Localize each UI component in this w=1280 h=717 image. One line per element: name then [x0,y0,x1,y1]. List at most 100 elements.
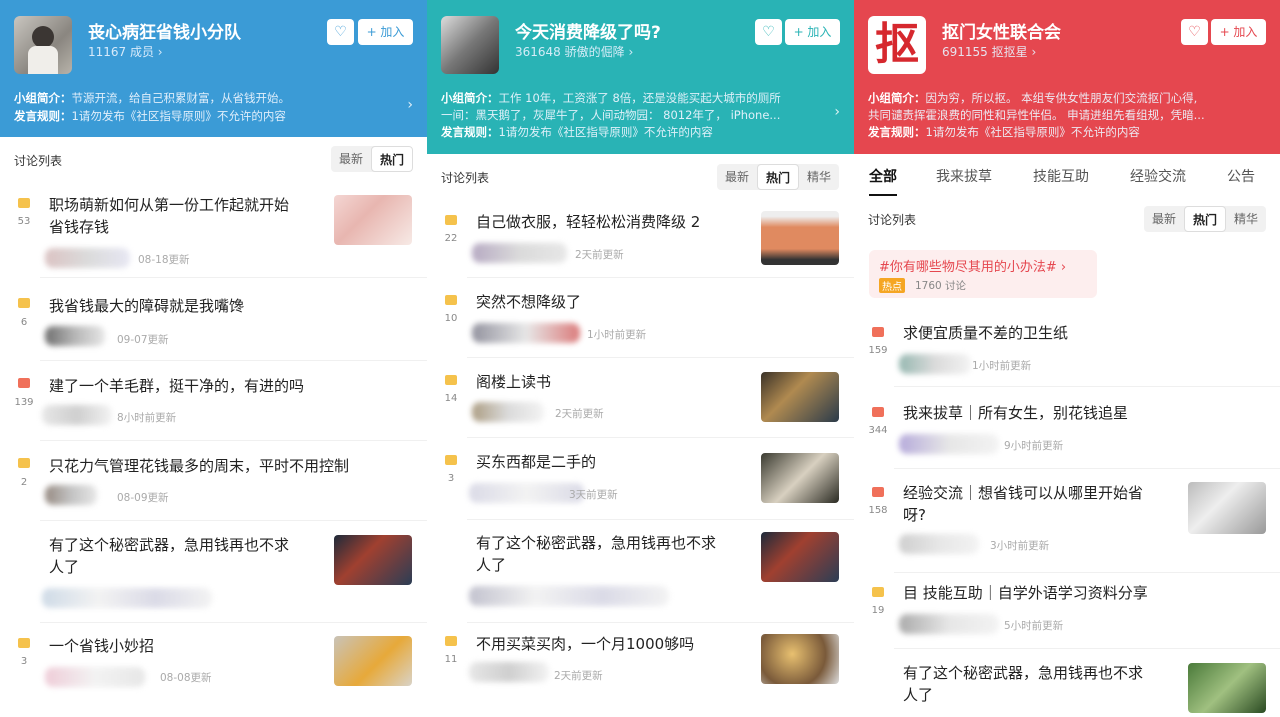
comment-count: 159 [868,345,888,356]
post-time: 3小时前更新 [990,540,1050,552]
divider [467,357,854,358]
avatar [469,586,669,606]
group-avatar[interactable] [14,16,72,74]
sort-latest[interactable]: 最新 [1144,206,1184,232]
post-title: 阁楼上读书 [476,373,552,391]
post-time: 3天前更新 [569,489,618,501]
comment-count: 3 [20,656,28,667]
comment-count: 139 [14,397,34,408]
post-title: 目 技能互助｜自学外语学习资料分享 [903,584,1148,602]
group-intro[interactable]: 小组简介：节源开流，给自己积累财富，从省钱开始。 [14,90,290,107]
sort-hot[interactable]: 热门 [757,164,800,190]
comment-count: 10 [444,313,458,324]
post-thumbnail[interactable] [1188,482,1266,534]
post-thumbnail[interactable] [761,372,839,422]
list-title: 讨论列表 [14,154,63,168]
avatar [472,243,567,263]
divider [467,277,854,278]
avatar [45,248,130,268]
post-time: 2天前更新 [575,249,624,261]
topic-discussion-count: 1760 讨论 [915,280,967,292]
member-count-link[interactable]: 361648 骄傲的倔降 › [515,43,633,60]
sort-latest[interactable]: 最新 [331,146,371,172]
join-button[interactable]: + 加入 [1211,19,1266,45]
divider [894,648,1280,649]
avatar [45,667,145,687]
group-name: 抠门女性联合会 [942,23,1061,43]
sort-hot[interactable]: 热门 [371,146,414,172]
post-thumbnail[interactable] [334,636,412,686]
sort-hot[interactable]: 热门 [1184,206,1227,232]
post-thumbnail[interactable] [1188,663,1266,713]
post-time: 08-08更新 [160,672,212,684]
post-thumbnail[interactable] [761,211,839,265]
post-title: 只花力气管理花钱最多的周末，平时不用控制 [49,457,350,475]
avatar [42,588,212,608]
comment-icon [445,455,457,465]
post-title: 经验交流｜想省钱可以从哪里开始省 呀? [903,484,1144,524]
group-avatar[interactable]: 抠 [868,16,926,74]
group-avatar[interactable] [441,16,499,74]
tab-skill-help[interactable]: 技能互助 [1033,166,1089,186]
category-tabs: 全部 我来拔草 技能互助 经验交流 公告 [854,166,1280,198]
divider [467,519,854,520]
post-time: 8小时前更新 [117,412,177,424]
favorite-heart-icon[interactable]: ♡ [327,19,354,45]
sort-featured[interactable]: 精华 [1226,206,1266,232]
join-button[interactable]: + 加入 [785,19,840,45]
tab-announcement[interactable]: 公告 [1227,166,1255,186]
avatar [899,534,979,554]
post-thumbnail[interactable] [334,195,412,245]
group-intro[interactable]: 小组简介：因为穷，所以抠。 本组专供女性朋友们交流抠门心得, [868,90,1248,107]
post-time: 2天前更新 [554,670,603,682]
avatar [899,354,971,374]
divider [894,572,1280,573]
tab-recommend[interactable]: 我来拔草 [936,166,992,186]
post-title: 有了这个秘密武器，急用钱再也不求 人了 [476,534,717,574]
favorite-heart-icon[interactable]: ♡ [1181,19,1208,45]
avatar [469,662,549,682]
group-header: 抠 抠门女性联合会 691155 抠抠星 › ♡ + 加入 小组简介：因为穷，所… [854,0,1280,154]
group-panel-1: 丧心病狂省钱小分队 11167 成员 › ♡ + 加入 小组简介：节源开流，给自… [0,0,427,717]
comment-count: 158 [868,505,888,516]
tab-all[interactable]: 全部 [869,166,897,196]
group-name: 今天消费降级了吗? [515,23,661,43]
post-title: 有了这个秘密武器，急用钱再也不求 人了 [903,664,1144,704]
comment-count: 22 [444,233,458,244]
join-button[interactable]: + 加入 [358,19,413,45]
list-title: 讨论列表 [441,171,490,185]
comment-icon [872,587,884,597]
comment-icon [18,458,30,468]
sort-featured[interactable]: 精华 [799,164,839,190]
post-title: 求便宜质量不差的卫生纸 [903,324,1069,342]
avatar [472,402,544,422]
post-thumbnail[interactable] [761,453,839,503]
group-panel-2: 今天消费降级了吗? 361648 骄傲的倔降 › ♡ + 加入 小组简介：工作 … [427,0,854,717]
comment-icon [445,375,457,385]
divider [40,622,427,623]
post-time: 9小时前更新 [1004,440,1064,452]
sort-toggle: 最新 热门 精华 [1144,206,1267,232]
post-thumbnail[interactable] [334,535,412,585]
group-header: 今天消费降级了吗? 361648 骄傲的倔降 › ♡ + 加入 小组简介：工作 … [427,0,854,154]
chevron-right-icon[interactable]: › [407,97,413,113]
post-title: 一个省钱小妙招 [49,637,155,655]
post-thumbnail[interactable] [761,634,839,684]
favorite-heart-icon[interactable]: ♡ [755,19,782,45]
group-intro-continued: 共同谴责挥霍浪费的同性和异性伴侣。 申请进组先看组规，凭暗... [868,108,1205,122]
tab-experience[interactable]: 经验交流 [1130,166,1186,186]
comment-icon [18,638,30,648]
post-time: 5小时前更新 [1004,620,1064,632]
sort-latest[interactable]: 最新 [717,164,757,190]
member-count-link[interactable]: 11167 成员 › [88,43,163,60]
post-title: 建了一个羊毛群，挺干净的，有进的吗 [49,377,305,395]
divider [40,440,427,441]
hot-badge: 热点 [879,278,905,293]
hot-topic-card[interactable]: #你有哪些物尽其用的小办法# › 热点 1760 讨论 [869,250,1097,298]
post-thumbnail[interactable] [761,532,839,582]
chevron-right-icon[interactable]: › [834,104,840,120]
avatar [42,405,112,425]
member-count-link[interactable]: 691155 抠抠星 › [942,43,1036,60]
comment-icon [18,198,30,208]
group-intro[interactable]: 小组简介：工作 10年，工资涨了 8倍，还是没能买起大城市的厕所 [441,90,821,107]
